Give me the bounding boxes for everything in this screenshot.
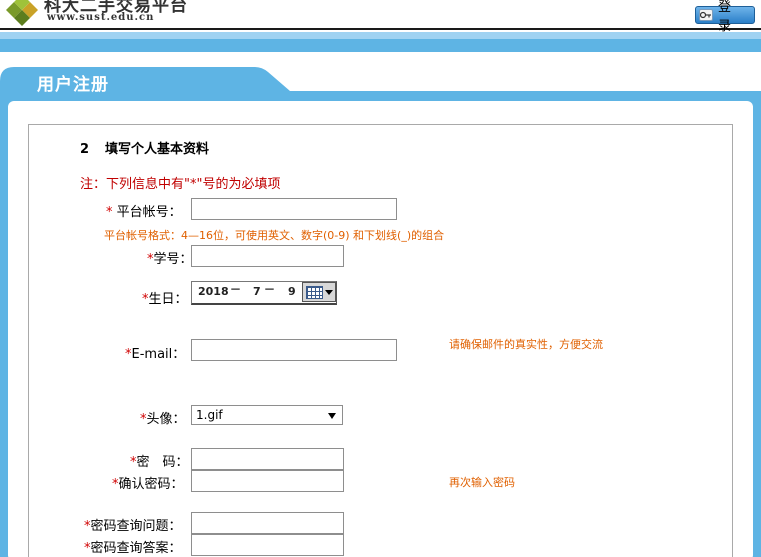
password-label: *密 码： bbox=[130, 451, 189, 470]
avatar-label: *头像： bbox=[140, 408, 186, 427]
step-title: 填写个人基本资料 bbox=[105, 142, 210, 157]
student-id-label: *学号： bbox=[147, 248, 193, 267]
avatar-select[interactable]: 1.gif bbox=[191, 405, 343, 425]
avatar-selected-value: 1.gif bbox=[196, 408, 223, 422]
registration-page: 科大二手交易平台 www.sust.edu.cn 登 录 用户注册 2 填写个人基… bbox=[0, 0, 761, 557]
email-hint: 请确保邮件的真实性，方便交流 bbox=[449, 338, 603, 351]
account-label-text: 平台帐号： bbox=[116, 205, 182, 220]
security-question-input[interactable] bbox=[191, 512, 344, 534]
confirm-password-input[interactable] bbox=[191, 470, 344, 492]
account-input[interactable] bbox=[191, 198, 397, 220]
student-id-input[interactable] bbox=[191, 245, 344, 267]
calendar-dropdown-button[interactable] bbox=[302, 282, 336, 302]
site-logo bbox=[6, 0, 38, 26]
page-title: 用户注册 bbox=[37, 75, 109, 95]
date-separator: － bbox=[264, 283, 275, 296]
security-question-label-text: 密码查询问题： bbox=[90, 519, 182, 534]
security-answer-label: *密码查询答案： bbox=[84, 537, 182, 556]
birthday-year[interactable]: 2018 bbox=[198, 285, 229, 298]
site-header: 科大二手交易平台 www.sust.edu.cn 登 录 bbox=[0, 0, 761, 34]
birthday-day[interactable]: 9 bbox=[288, 285, 296, 298]
step-number: 2 bbox=[80, 142, 90, 157]
header-band-light bbox=[0, 32, 761, 39]
confirm-password-label: *确认密码： bbox=[112, 473, 184, 492]
security-question-label: *密码查询问题： bbox=[84, 515, 182, 534]
account-label: * 平台帐号： bbox=[106, 201, 182, 220]
step-heading: 2 填写个人基本资料 bbox=[80, 138, 209, 157]
birthday-month[interactable]: 7 bbox=[253, 285, 261, 298]
student-id-label-text: 学号： bbox=[153, 252, 193, 267]
header-band-dark bbox=[0, 39, 761, 52]
login-button[interactable]: 登 录 bbox=[695, 0, 755, 34]
security-answer-label-text: 密码查询答案： bbox=[90, 541, 182, 556]
login-label: 登 录 bbox=[718, 0, 736, 34]
birthday-date-picker[interactable]: 2018 － 7 － 9 bbox=[191, 281, 337, 305]
confirm-password-hint: 再次输入密码 bbox=[449, 476, 515, 489]
date-separator: － bbox=[230, 283, 241, 296]
birthday-label: *生日： bbox=[142, 288, 188, 307]
avatar-label-text: 头像： bbox=[146, 412, 186, 427]
password-input[interactable] bbox=[191, 448, 344, 470]
required-mark: * bbox=[106, 205, 113, 220]
account-hint: 平台帐号格式：4—16位，可使用英文、数字(0-9) 和下划线(_)的组合 bbox=[104, 229, 445, 242]
birthday-label-text: 生日： bbox=[148, 292, 188, 307]
password-label-text: 密 码： bbox=[136, 455, 189, 470]
confirm-password-label-text: 确认密码： bbox=[118, 477, 184, 492]
chevron-down-icon bbox=[324, 289, 333, 295]
site-url: www.sust.edu.cn bbox=[47, 12, 155, 23]
key-icon bbox=[699, 9, 713, 21]
email-input[interactable] bbox=[191, 339, 397, 361]
email-label: *E-mail： bbox=[125, 343, 185, 362]
email-label-text: E-mail： bbox=[131, 347, 186, 362]
chevron-down-icon bbox=[328, 413, 336, 419]
required-note: 注：下列信息中有"*"号的为必填项 bbox=[80, 177, 281, 192]
calendar-icon bbox=[305, 285, 323, 299]
security-answer-input[interactable] bbox=[191, 534, 344, 556]
